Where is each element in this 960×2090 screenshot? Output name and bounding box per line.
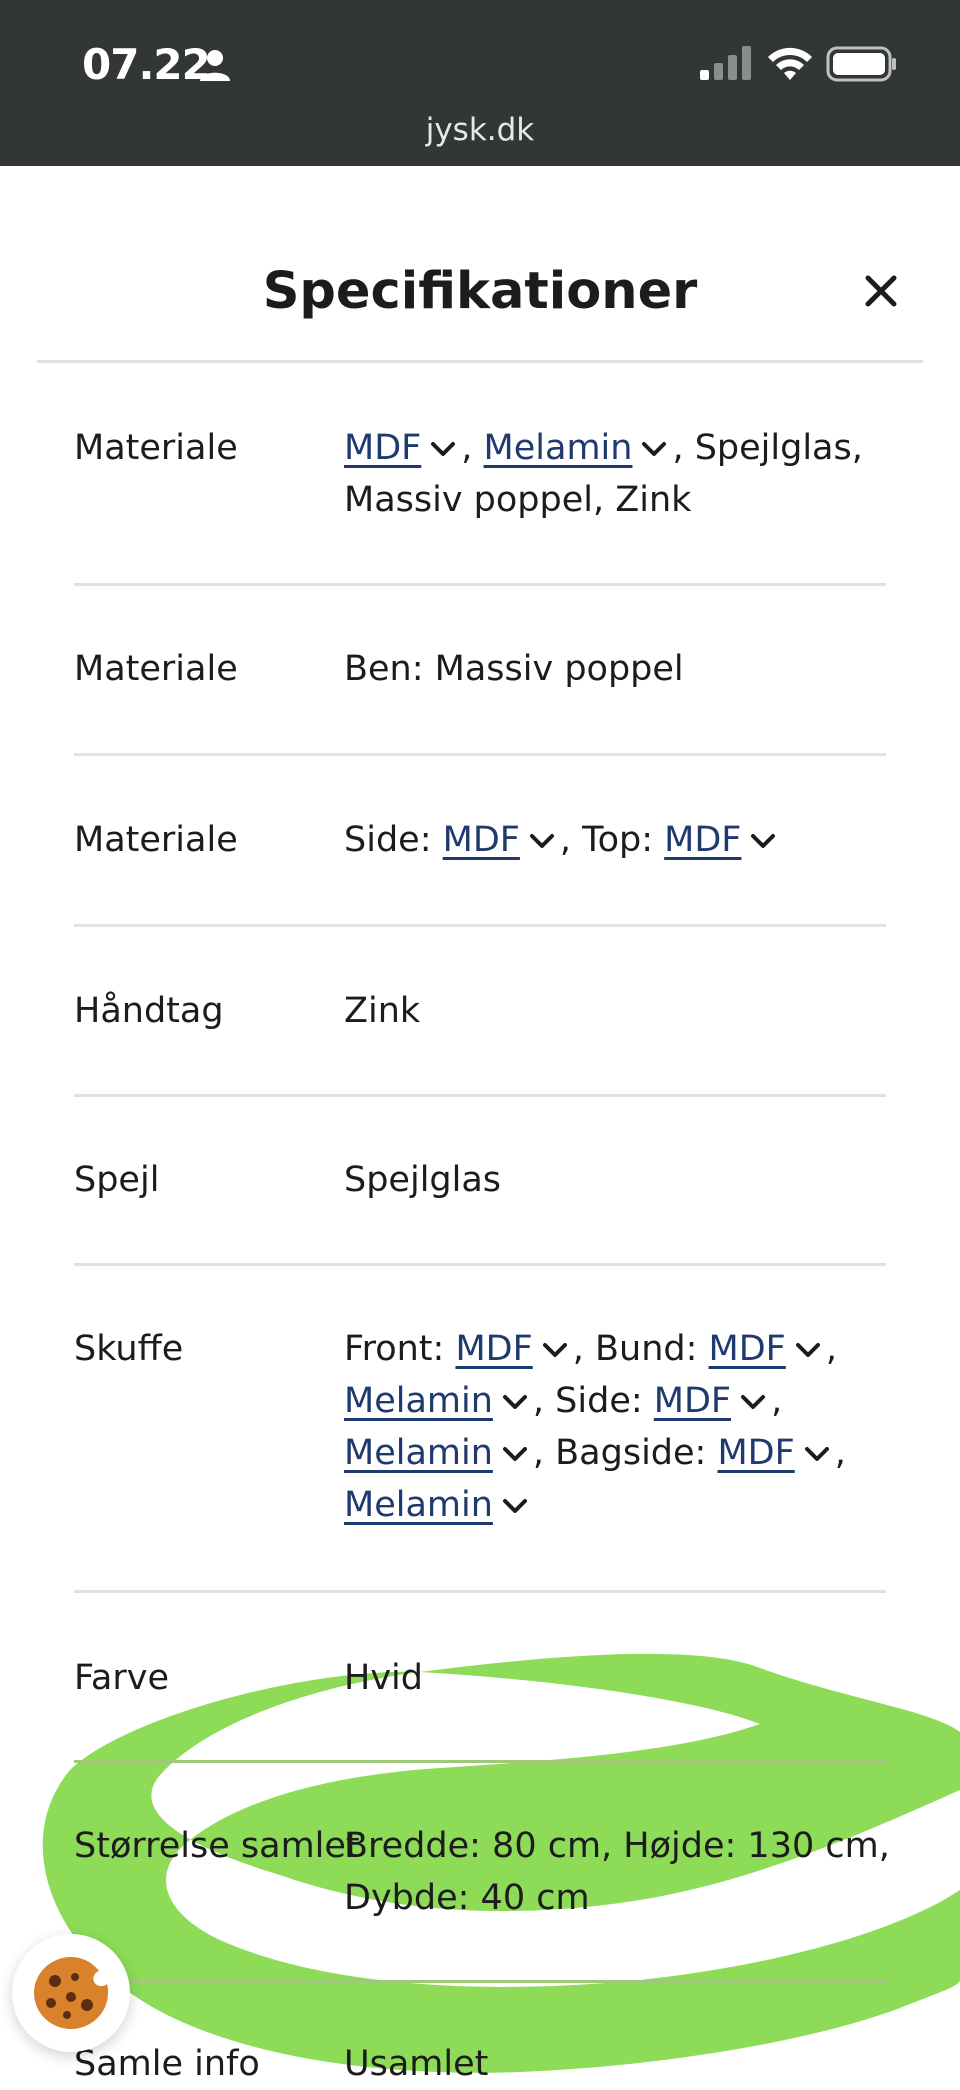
row-divider [74,924,886,927]
spec-label: Spejl [74,1160,160,1200]
spec-value: Hvid [344,1658,423,1698]
row-divider [74,583,886,586]
spec-label: Størrelse samlet [74,1826,360,1866]
chevron-down-icon[interactable] [501,1444,529,1464]
chevron-down-icon[interactable] [501,1496,529,1516]
spec-value: MDF, Melamin, Spejlglas, Massiv poppel, … [344,428,863,520]
chevron-down-icon[interactable] [640,439,668,459]
url-bar[interactable]: jysk.dk [0,112,960,148]
material-link-mdf[interactable]: MDF [664,820,741,860]
chevron-down-icon[interactable] [501,1392,529,1412]
person-icon [200,50,230,81]
chevron-down-icon[interactable] [528,831,556,851]
spec-value: Zink [344,991,421,1031]
spec-value: Usamlet [344,2044,489,2084]
chevron-down-icon[interactable] [749,831,777,851]
material-link-mdf[interactable]: MDF [455,1329,532,1369]
row-divider [74,1980,886,1983]
spec-label: Håndtag [74,991,224,1031]
spec-label: Materiale [74,820,238,860]
material-link-melamin[interactable]: Melamin [344,1485,493,1525]
spec-value: Front: MDF, Bund: MDF, Melamin, Side: MD… [344,1329,846,1525]
row-divider [74,753,886,756]
spec-text: Massiv poppel, Zink [344,480,692,520]
chevron-down-icon[interactable] [739,1392,767,1412]
status-bar: 07.22 jysk.dk [0,0,960,166]
material-link-mdf[interactable]: MDF [717,1433,794,1473]
chevron-down-icon[interactable] [429,439,457,459]
material-link-melamin[interactable]: Melamin [484,428,633,468]
cookie-icon [34,1957,108,2029]
spec-label: Farve [74,1658,170,1698]
modal-title: Specifikationer [262,262,698,321]
close-icon[interactable] [860,270,902,312]
row-divider [74,1590,886,1593]
row-divider [74,1263,886,1266]
spec-text: , Spejlglas, [672,428,863,468]
material-link-mdf[interactable]: MDF [709,1329,786,1369]
signal-icon [700,46,751,80]
material-link-melamin[interactable]: Melamin [344,1381,493,1421]
title-divider [37,360,923,363]
cookie-settings-button[interactable] [12,1934,130,2052]
spec-label: Skuffe [74,1329,184,1369]
spec-value: Side: MDF, Top: MDF [344,814,904,866]
spec-label: Materiale [74,428,238,468]
material-link-mdf[interactable]: MDF [344,428,421,468]
spec-value: Bredde: 80 cm, Højde: 130 cm, Dybde: 40 … [344,1826,890,1918]
chevron-down-icon[interactable] [794,1340,822,1360]
material-link-melamin[interactable]: Melamin [344,1433,493,1473]
chevron-down-icon[interactable] [541,1340,569,1360]
material-link-mdf[interactable]: MDF [654,1381,731,1421]
row-divider [74,1760,886,1763]
spec-label: Materiale [74,649,238,689]
chevron-down-icon[interactable] [803,1444,831,1464]
spec-value: Spejlglas [344,1160,502,1200]
spec-value: Ben: Massiv poppel [344,649,684,689]
wifi-icon [768,47,812,80]
status-time: 07.22 [82,40,211,89]
spec-label: Samle info [74,2044,260,2084]
material-link-mdf[interactable]: MDF [443,820,520,860]
row-divider [74,1094,886,1097]
battery-icon [826,46,896,82]
